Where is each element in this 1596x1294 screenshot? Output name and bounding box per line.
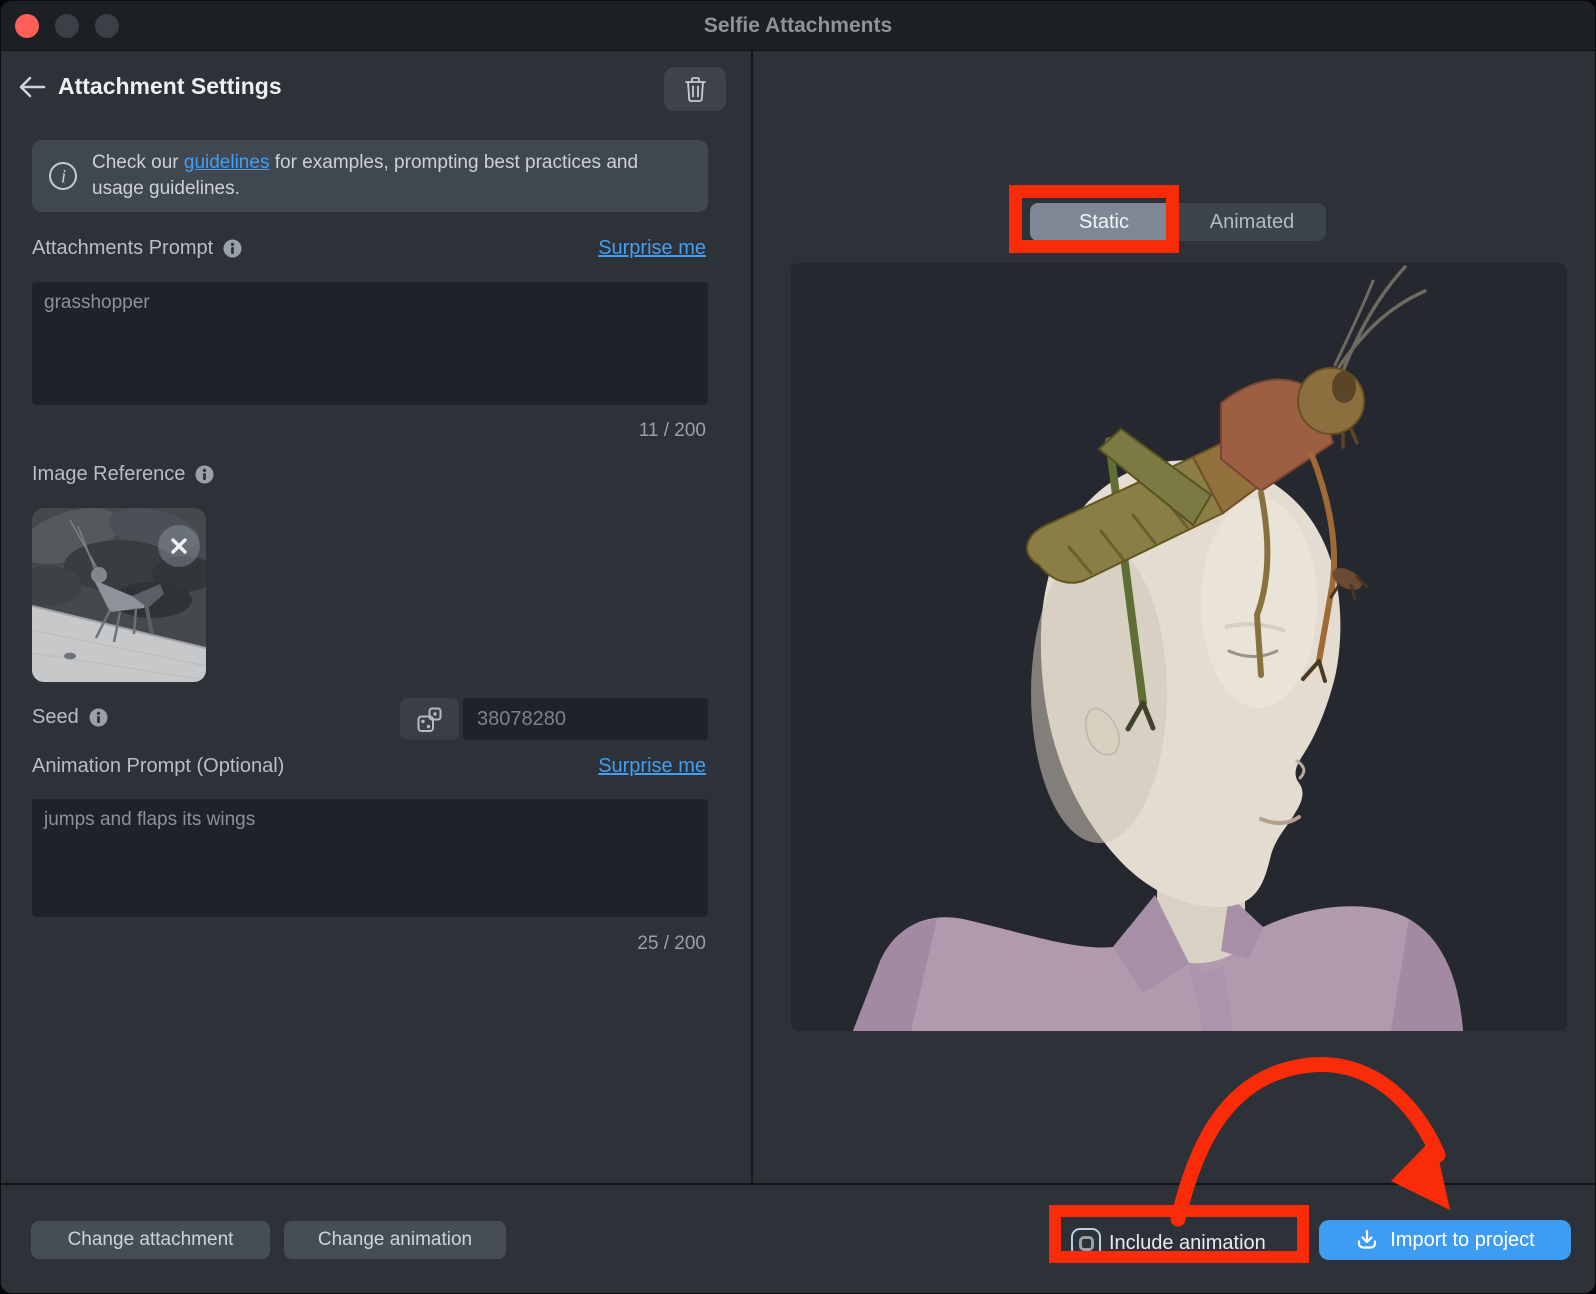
guidelines-link[interactable]: guidelines	[184, 152, 270, 173]
include-animation-label: Include animation	[1109, 1228, 1266, 1258]
tab-static[interactable]: Static	[1030, 203, 1178, 241]
animation-prompt-label: Animation Prompt (Optional)	[32, 755, 284, 778]
include-animation-checkbox[interactable]	[1071, 1228, 1101, 1258]
preview-canvas	[791, 263, 1567, 1031]
banner-text: Check our guidelines for examples, promp…	[92, 150, 652, 202]
close-icon	[170, 537, 188, 555]
animation-prompt-textarea[interactable]: jumps and flaps its wings	[32, 799, 708, 917]
trash-icon	[684, 76, 707, 103]
page-title: Attachment Settings	[58, 73, 282, 100]
footer-bar: Change attachment Change animation Inclu…	[1, 1183, 1596, 1294]
tab-animated[interactable]: Animated	[1178, 203, 1326, 241]
attachments-prompt-textarea[interactable]: grasshopper	[32, 282, 708, 405]
delete-attachment-button[interactable]	[664, 67, 726, 111]
image-reference-label: Image Reference	[32, 463, 214, 486]
seed-input[interactable]	[463, 698, 708, 740]
back-button[interactable]	[15, 71, 49, 105]
settings-panel: Attachment Settings i Check our guidelin…	[1, 51, 753, 1183]
change-attachment-button[interactable]: Change attachment	[31, 1221, 270, 1259]
dice-icon	[416, 706, 443, 733]
window-title: Selfie Attachments	[1, 1, 1595, 51]
animation-prompt-counter: 25 / 200	[637, 933, 706, 955]
randomize-seed-button[interactable]	[400, 698, 459, 740]
info-icon	[195, 465, 214, 484]
remove-reference-button[interactable]	[158, 525, 200, 567]
change-animation-button[interactable]: Change animation	[284, 1221, 506, 1259]
back-arrow-icon	[17, 74, 47, 100]
titlebar: Selfie Attachments	[1, 1, 1595, 51]
svg-text:i: i	[61, 167, 66, 188]
attachments-prompt-label: Attachments Prompt	[32, 237, 242, 260]
guidelines-banner: i Check our guidelines for examples, pro…	[32, 140, 708, 212]
surprise-me-link-animation[interactable]: Surprise me	[598, 755, 706, 778]
info-icon	[89, 708, 108, 727]
attachments-prompt-counter: 11 / 200	[639, 420, 706, 442]
import-to-project-button[interactable]: Import to project	[1319, 1220, 1571, 1260]
info-icon	[223, 239, 242, 258]
preview-panel: Static Animated	[755, 51, 1596, 1183]
window: Selfie Attachments Attachment Settings i	[0, 0, 1596, 1294]
seed-label: Seed	[32, 706, 108, 729]
preview-mode-tabs: Static Animated	[1030, 203, 1326, 241]
surprise-me-link-attachments[interactable]: Surprise me	[598, 237, 706, 260]
preview-image-mannequin-grasshopper	[791, 263, 1567, 1031]
info-icon: i	[48, 161, 78, 191]
download-icon	[1355, 1228, 1379, 1252]
checkbox-inner	[1079, 1236, 1094, 1251]
